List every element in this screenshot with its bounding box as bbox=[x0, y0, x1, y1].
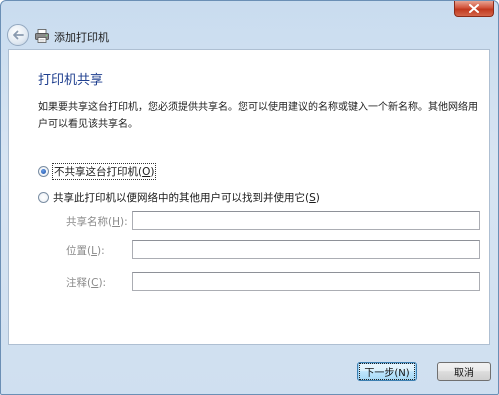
share-name-field[interactable] bbox=[132, 211, 480, 230]
printer-icon bbox=[35, 29, 49, 43]
share-name-label: 共享名称(H): bbox=[66, 216, 128, 228]
no-share-label[interactable]: 不共享这台打印机(O) bbox=[51, 162, 157, 180]
share-option[interactable]: 共享此打印机以便网络中的其他用户可以找到并使用它(S) bbox=[38, 189, 320, 205]
radio-selected-dot bbox=[41, 168, 46, 174]
share-radio[interactable] bbox=[38, 191, 49, 203]
next-button-label: 下一步(N) bbox=[359, 363, 415, 380]
close-x-icon bbox=[469, 4, 479, 13]
wizard-page: 打印机共享 如果要共享这台打印机，您必须提供共享名。您可以使用建议的名称或键入一… bbox=[8, 49, 490, 345]
next-button[interactable]: 下一步(N) bbox=[357, 362, 417, 381]
wizard-title: 添加打印机 bbox=[54, 31, 109, 44]
comment-label: 注释(C): bbox=[66, 277, 107, 289]
page-heading: 打印机共享 bbox=[38, 73, 104, 88]
page-description: 如果要共享这台打印机，您必须提供共享名。您可以使用建议的名称或键入一个新名称。其… bbox=[38, 102, 478, 130]
back-arrow-icon bbox=[13, 30, 24, 40]
comment-field[interactable] bbox=[132, 272, 480, 291]
cancel-button[interactable]: 取消 bbox=[437, 362, 491, 381]
location-field[interactable] bbox=[132, 240, 480, 259]
wizard-navigation-bar: 添加打印机 bbox=[1, 23, 498, 49]
close-button[interactable] bbox=[454, 1, 494, 17]
share-label[interactable]: 共享此打印机以便网络中的其他用户可以找到并使用它(S) bbox=[53, 190, 320, 205]
no-share-radio[interactable] bbox=[38, 165, 49, 177]
wizard-footer: 下一步(N) 取消 bbox=[1, 346, 498, 394]
title-bar bbox=[1, 1, 498, 23]
back-button[interactable] bbox=[7, 24, 29, 46]
no-share-option[interactable]: 不共享这台打印机(O) bbox=[38, 162, 157, 180]
location-label: 位置(L): bbox=[66, 245, 105, 257]
add-printer-wizard-window: 添加打印机 打印机共享 如果要共享这台打印机，您必须提供共享名。您可以使用建议的… bbox=[0, 0, 499, 395]
